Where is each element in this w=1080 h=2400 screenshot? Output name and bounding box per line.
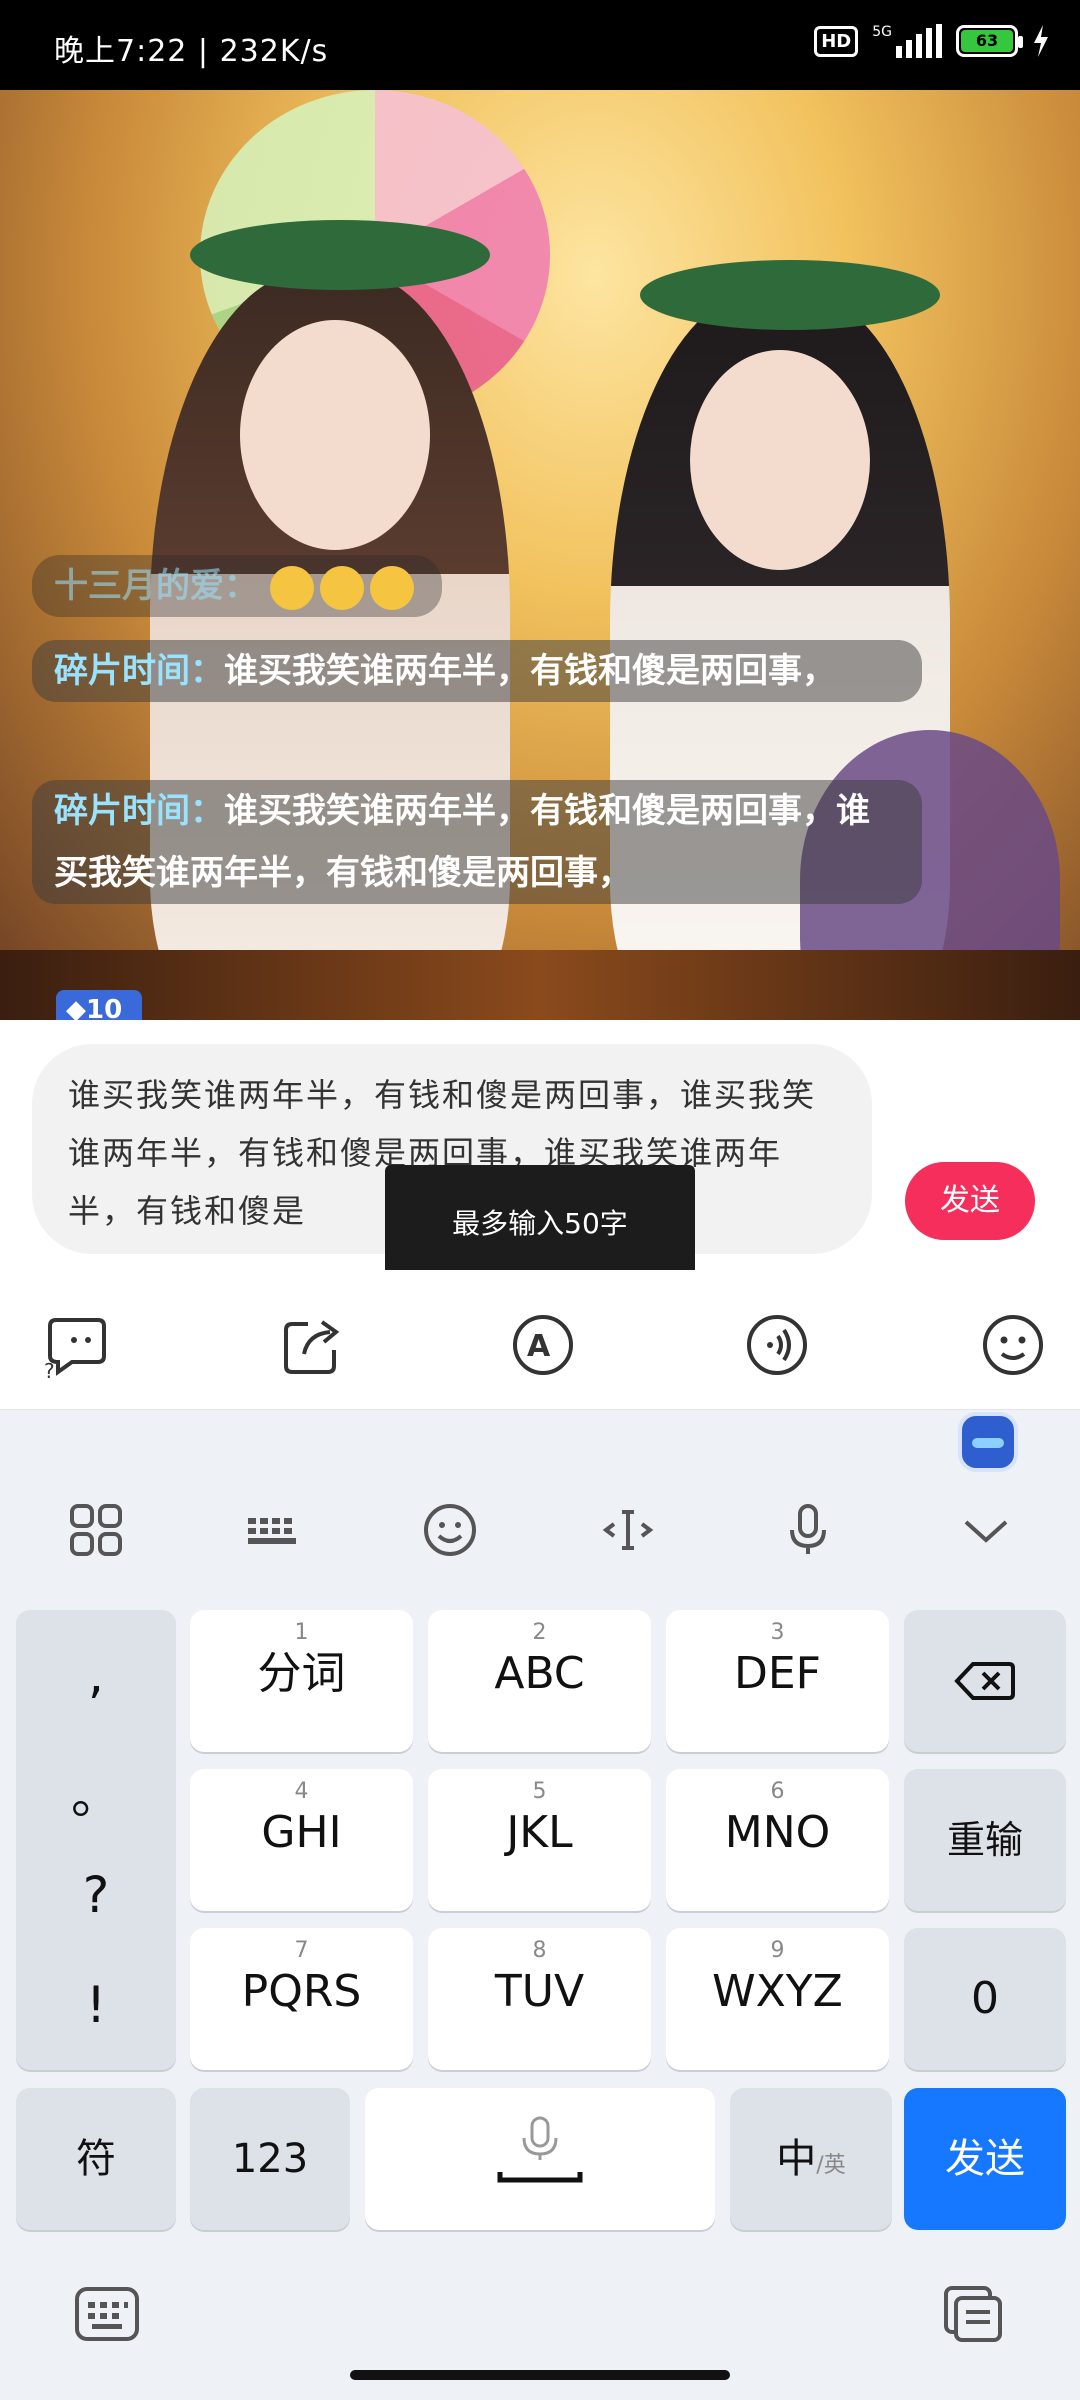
share-icon[interactable] <box>278 1310 348 1380</box>
cursor-move-icon[interactable] <box>598 1500 658 1560</box>
key-5[interactable]: 5 JKL <box>428 1769 651 1911</box>
laurel-right <box>640 260 940 330</box>
key-label: 分词 <box>257 1648 346 1699</box>
punct-exclaim-key[interactable]: ! <box>16 1976 176 2034</box>
microphone-icon[interactable] <box>778 1500 838 1560</box>
status-bar: 晚上7:22 | 232K/s HD 5G 63 <box>0 0 1080 90</box>
emoji-face-icon[interactable] <box>420 1500 480 1560</box>
key-number: 2 <box>532 1620 547 1645</box>
face-left <box>240 320 430 550</box>
key-label: GHI <box>261 1807 342 1858</box>
key-2[interactable]: 2 ABC <box>428 1610 651 1752</box>
battery-icon: 63 <box>956 25 1023 57</box>
punct-comma-key[interactable]: , <box>16 1646 176 1704</box>
voice-icon[interactable] <box>742 1310 812 1380</box>
assistant-mascot-icon[interactable] <box>958 1412 1018 1472</box>
emoji-icon <box>269 565 314 610</box>
language-toggle-key[interactable]: 中/英 <box>730 2088 892 2230</box>
lang-main: 中 <box>776 2136 817 2182</box>
key-number: 3 <box>770 1620 785 1645</box>
emoji-icon <box>369 565 414 610</box>
key-number: 1 <box>294 1620 309 1645</box>
chat-faded-line: 十三月的爱： <box>32 555 442 617</box>
punct-question-key[interactable]: ? <box>16 1866 176 1924</box>
laurel-left <box>190 220 490 290</box>
key-number: 4 <box>294 1779 309 1804</box>
collapse-keyboard-icon[interactable] <box>956 1500 1016 1560</box>
keyboard-send-key[interactable]: 发送 <box>904 2088 1066 2230</box>
key-1[interactable]: 1 分词 <box>190 1610 413 1752</box>
punctuation-column: , 。 ? ! <box>16 1610 176 2070</box>
emoji-icon[interactable] <box>978 1310 1048 1380</box>
keyboard-layout-icon[interactable] <box>242 1500 302 1560</box>
chat-message: 碎片时间：谁买我笑谁两年半，有钱和傻是两回事， <box>32 640 922 702</box>
max-length-toast: 最多输入50字 <box>385 1165 695 1283</box>
key-label: DEF <box>734 1648 821 1699</box>
chat-username: 碎片时间： <box>54 791 224 831</box>
svg-text:A: A <box>527 1329 551 1364</box>
key-6[interactable]: 6 MNO <box>666 1769 889 1911</box>
event-banner <box>0 950 1080 1020</box>
key-label: PQRS <box>241 1966 362 2017</box>
backspace-icon <box>954 1662 1015 1700</box>
key-8[interactable]: 8 TUV <box>428 1928 651 2070</box>
numbers-key[interactable]: 123 <box>190 2088 350 2230</box>
key-label: JKL <box>506 1807 573 1858</box>
key-7[interactable]: 7 PQRS <box>190 1928 413 2070</box>
key-label: MNO <box>724 1807 831 1858</box>
key-label: TUV <box>494 1966 585 2017</box>
delete-key[interactable] <box>904 1610 1066 1752</box>
key-number: 9 <box>770 1938 785 1963</box>
space-key[interactable] <box>365 2088 715 2230</box>
symbols-key[interactable]: 符 <box>16 2088 176 2230</box>
zero-key[interactable]: 0 <box>904 1928 1066 2070</box>
key-4[interactable]: 4 GHI <box>190 1769 413 1911</box>
svg-text:?: ? <box>44 1359 55 1380</box>
key-number: 7 <box>294 1938 309 1963</box>
clipboard-icon[interactable] <box>942 2284 1006 2344</box>
input-actions-bar: ? A <box>0 1270 1080 1410</box>
key-9[interactable]: 9 WXYZ <box>666 1928 889 2070</box>
network-speed: 232K/s <box>219 34 329 69</box>
key-number: 6 <box>770 1779 785 1804</box>
key-3[interactable]: 3 DEF <box>666 1610 889 1752</box>
key-number: 5 <box>532 1779 547 1804</box>
face-right <box>690 350 870 570</box>
emoji-icon <box>319 565 364 610</box>
chat-username: 十三月的爱： <box>54 566 258 606</box>
hd-icon: HD <box>814 25 859 57</box>
status-time: 晚上7:22 <box>54 34 188 69</box>
mic-space-icon <box>497 2116 583 2183</box>
key-label: ABC <box>494 1648 585 1699</box>
text-style-icon[interactable]: A <box>508 1310 578 1380</box>
chat-username: 碎片时间： <box>54 651 224 691</box>
keyboard-switch-icon[interactable] <box>74 2286 140 2342</box>
key-label: WXYZ <box>712 1966 843 2017</box>
reenter-key[interactable]: 重输 <box>904 1769 1066 1911</box>
status-time-speed: 晚上7:22 | 232K/s <box>54 34 329 69</box>
send-comment-button[interactable]: 发送 <box>905 1162 1035 1240</box>
apps-grid-icon[interactable] <box>66 1500 126 1560</box>
lang-alt: /英 <box>816 2153 846 2178</box>
chat-message: 碎片时间：谁买我笑谁两年半，有钱和傻是两回事，谁买我笑谁两年半，有钱和傻是两回事… <box>32 780 922 904</box>
key-number: 8 <box>532 1938 547 1963</box>
signal-icon: 5G <box>872 24 942 58</box>
punct-period-key[interactable]: 。 <box>16 1756 176 1828</box>
question-bubble-icon[interactable]: ? <box>42 1310 112 1380</box>
chat-text: 谁买我笑谁两年半，有钱和傻是两回事， <box>224 651 836 691</box>
charging-icon <box>1034 25 1048 57</box>
home-indicator[interactable] <box>350 2370 730 2380</box>
